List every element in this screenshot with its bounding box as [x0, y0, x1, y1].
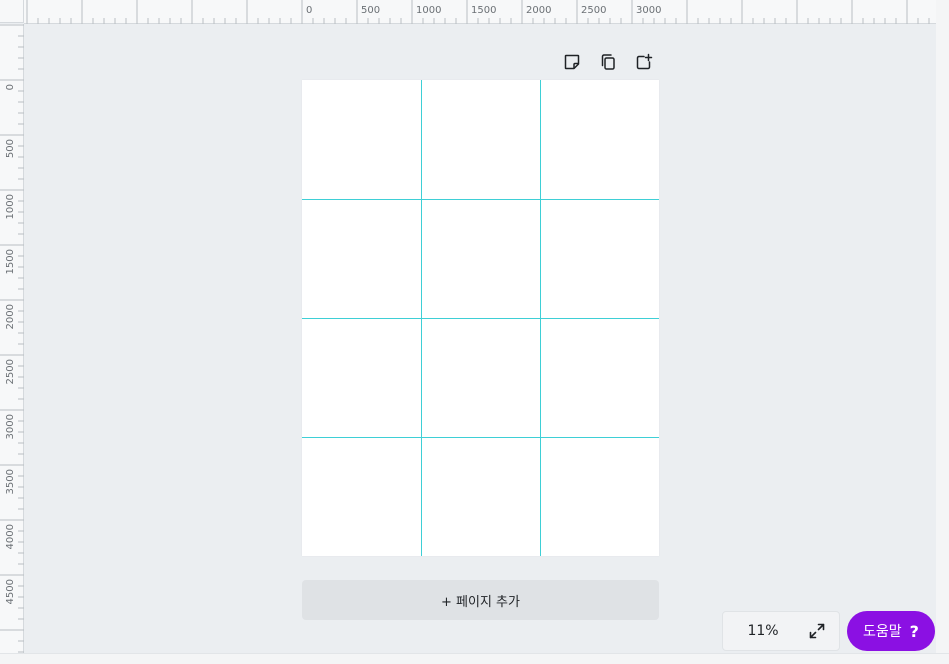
left-ruler-label: 4000: [5, 524, 16, 549]
design-page[interactable]: [302, 80, 659, 556]
left-ruler-label: 2000: [5, 304, 16, 329]
sticky-note-icon: [564, 54, 580, 70]
fullscreen-button[interactable]: [803, 617, 831, 645]
top-ruler-label: 3000: [636, 5, 661, 16]
left-ruler-label: 3500: [5, 469, 16, 494]
top-ruler-ticks: 0 500 1000 1500 2000 2500 3000: [26, 0, 930, 24]
top-ruler-label: 1500: [471, 5, 496, 16]
ruler-corner: [0, 0, 24, 23]
left-ruler-ticks: 0 500 1000 1500 2000 2500 3000 3500 4000 4500: [0, 24, 24, 653]
top-ruler-label: 500: [361, 5, 380, 16]
help-label: 도움말: [863, 624, 902, 640]
left-ruler-label: 0: [5, 84, 16, 90]
zoom-control: 11%: [722, 611, 840, 651]
zoom-level[interactable]: 11%: [723, 623, 803, 639]
top-ruler-label: 0: [306, 5, 312, 16]
vertical-scrollbar[interactable]: [936, 0, 949, 653]
add-page-icon: [636, 53, 653, 70]
left-ruler-label: 4500: [5, 579, 16, 604]
add-note-button[interactable]: [558, 48, 586, 76]
top-ruler[interactable]: 0 500 1000 1500 2000 2500 3000: [24, 0, 936, 24]
left-ruler-label: 3000: [5, 414, 16, 439]
left-ruler-label: 500: [5, 139, 16, 158]
left-ruler-label: 1000: [5, 194, 16, 219]
duplicate-page-icon: [601, 54, 615, 70]
left-ruler-label: 2500: [5, 359, 16, 384]
help-button[interactable]: 도움말 ?: [847, 611, 935, 651]
add-page-toolbar-button[interactable]: [630, 48, 658, 76]
top-ruler-label: 1000: [416, 5, 441, 16]
page-toolbar: [558, 48, 662, 76]
question-icon: ?: [909, 621, 919, 641]
top-ruler-label: 2500: [581, 5, 606, 16]
page-guides: [302, 80, 659, 556]
horizontal-scrollbar[interactable]: [0, 653, 949, 664]
expand-icon: [809, 623, 825, 639]
top-ruler-label: 2000: [526, 5, 551, 16]
add-page-label: + 페이지 추가: [441, 594, 520, 610]
left-ruler-label: 1500: [5, 249, 16, 274]
duplicate-page-button[interactable]: [594, 48, 622, 76]
add-page-button[interactable]: + 페이지 추가: [302, 580, 659, 620]
left-ruler[interactable]: 0 500 1000 1500 2000 2500 3000 3500 4000 4500: [0, 24, 24, 653]
